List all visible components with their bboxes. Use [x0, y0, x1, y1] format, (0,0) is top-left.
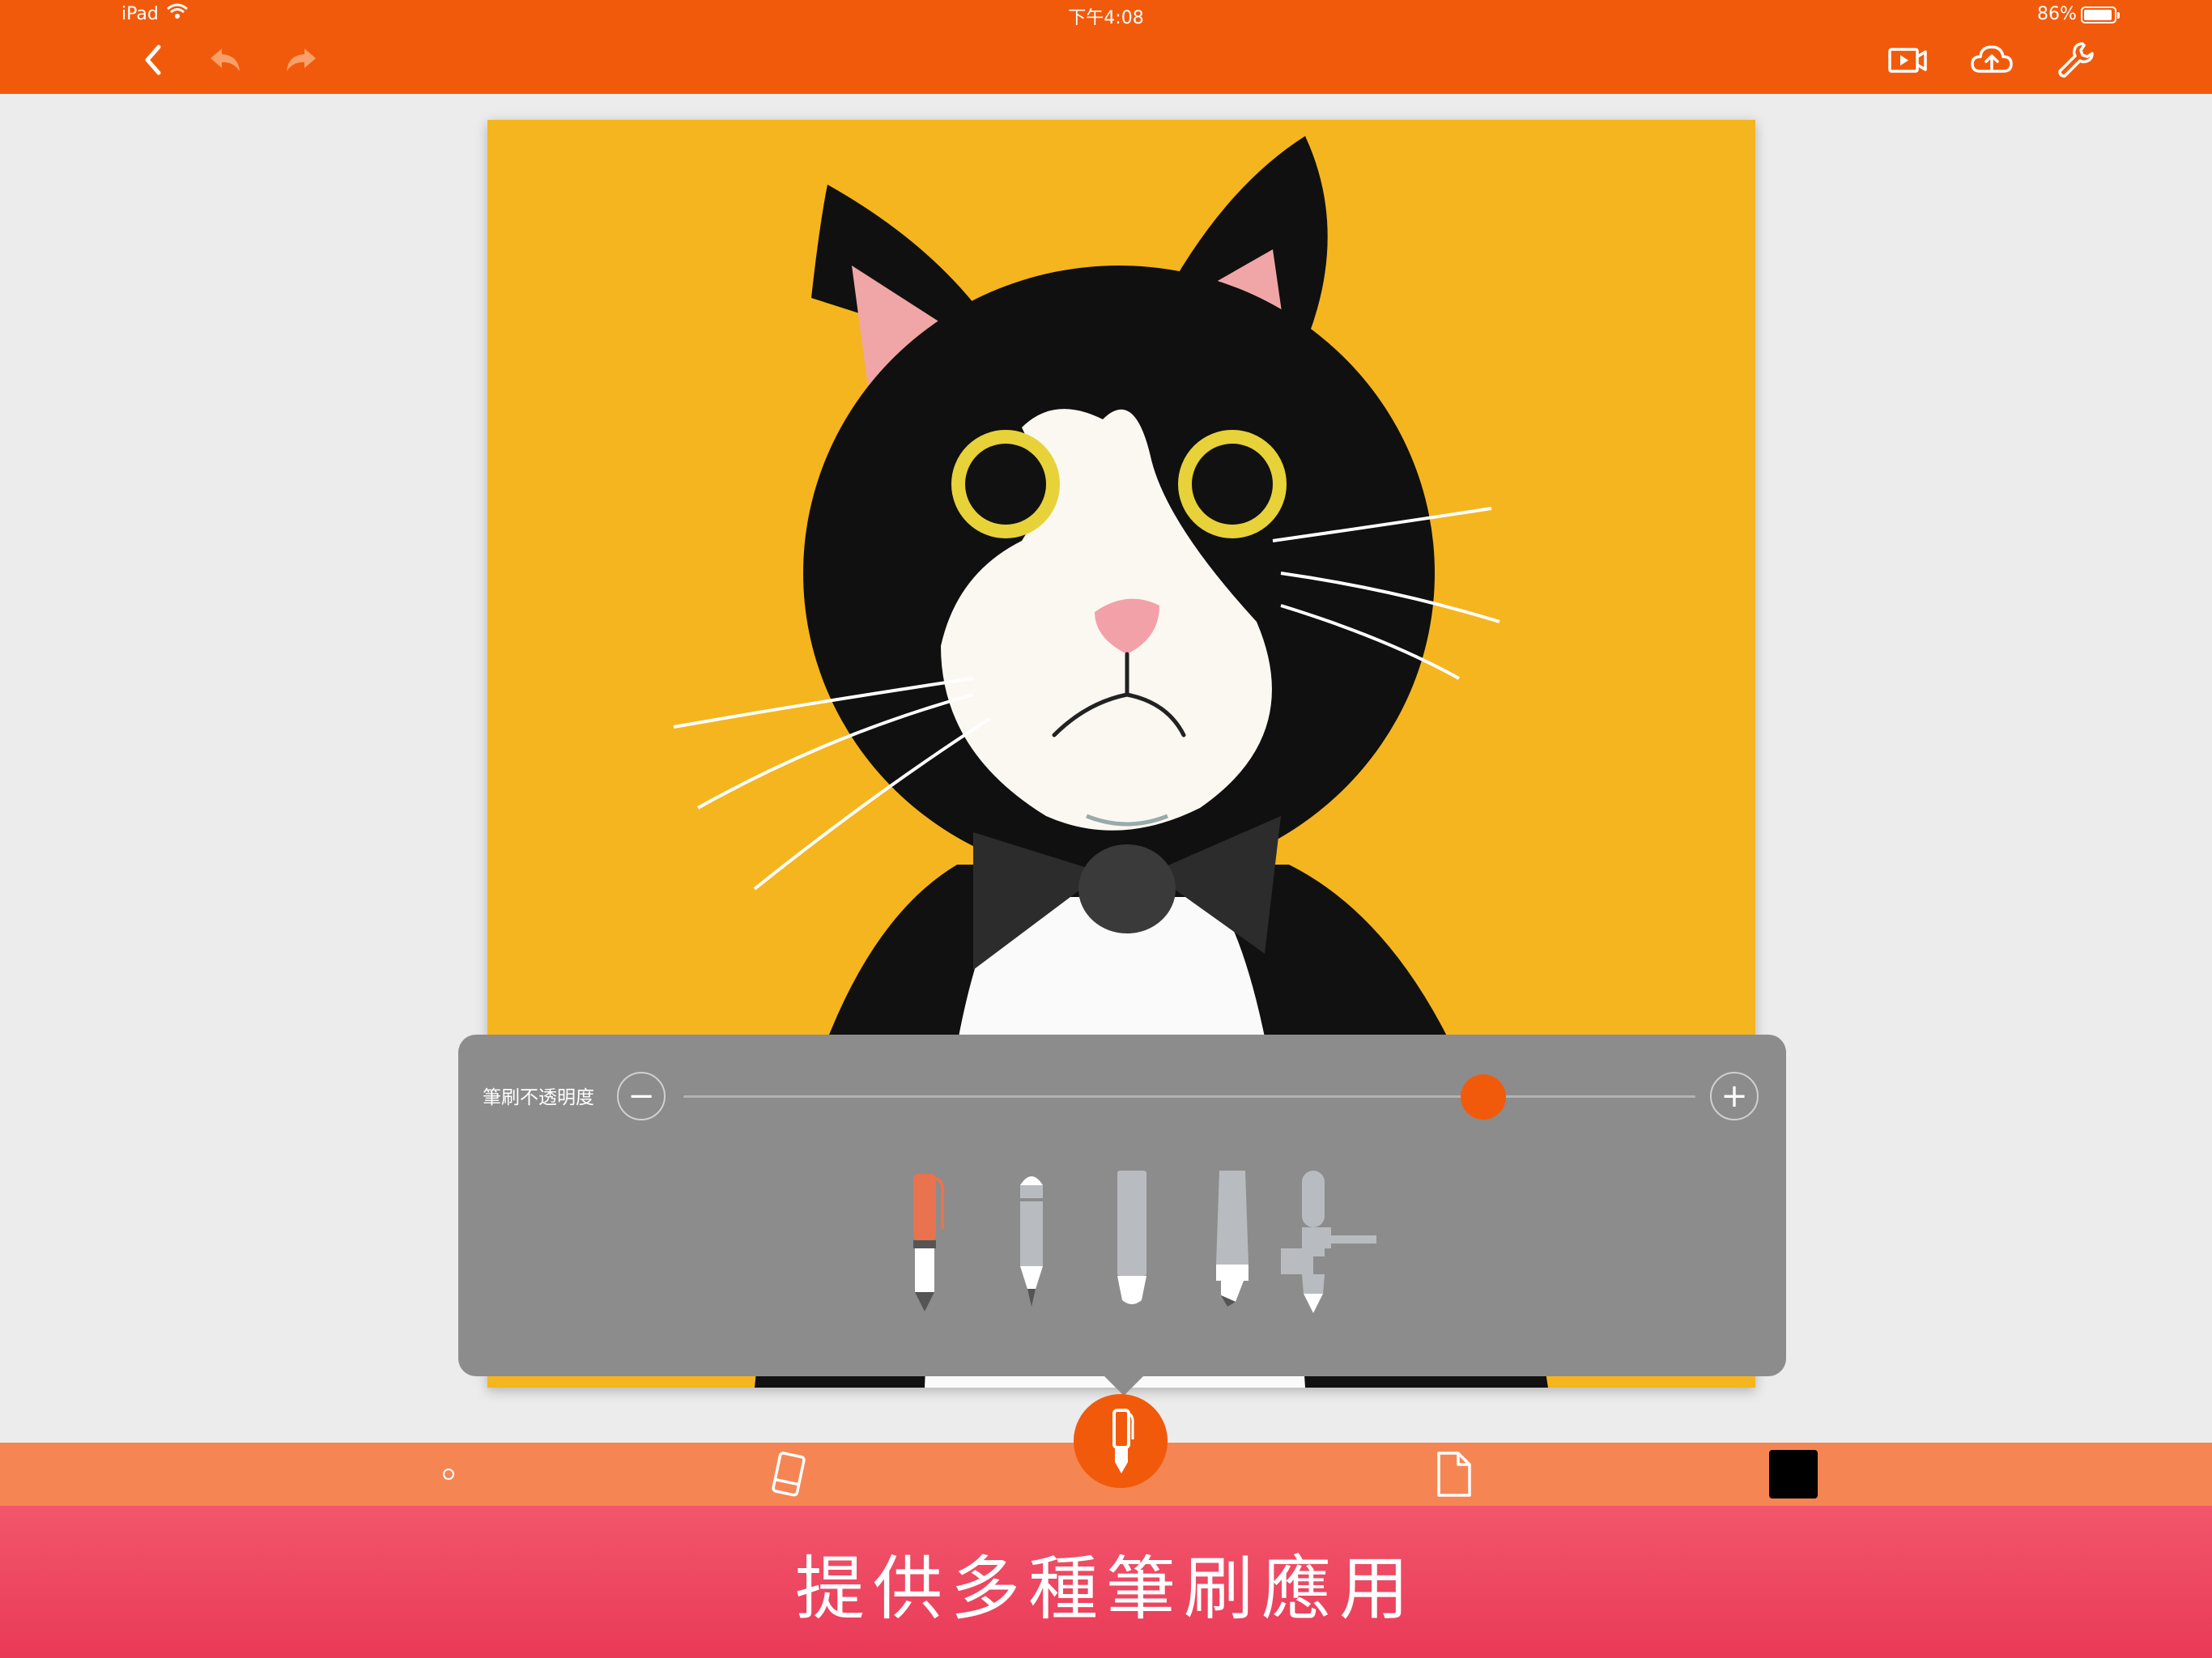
airbrush-icon — [1281, 1171, 1376, 1313]
opacity-slider-thumb[interactable] — [1460, 1074, 1506, 1120]
brush-size-button[interactable] — [424, 1443, 473, 1506]
redo-button[interactable] — [275, 34, 327, 86]
opacity-label: 筆刷不透明度 — [483, 1087, 594, 1108]
brush-option-airbrush[interactable] — [1278, 1164, 1381, 1326]
layers-button[interactable] — [1425, 1443, 1482, 1506]
battery-percent: 86% — [2037, 4, 2077, 24]
pen-tool-button[interactable] — [1074, 1394, 1168, 1488]
redo-icon — [287, 49, 316, 71]
undo-icon — [211, 49, 240, 71]
brush-option-highlighter[interactable] — [1203, 1164, 1261, 1326]
brush-list — [458, 1164, 1786, 1326]
wrench-icon — [2058, 42, 2094, 78]
opacity-decrease-button[interactable]: − — [617, 1072, 666, 1120]
eraser-button[interactable] — [761, 1443, 818, 1506]
banner-caption: 提供多種筆刷應用 — [795, 1548, 1417, 1630]
opacity-slider[interactable] — [683, 1074, 1695, 1120]
brush-option-pen[interactable] — [895, 1164, 954, 1326]
upload-button[interactable] — [1966, 34, 2018, 86]
top-toolbar: iPad 下午4:08 86% — [0, 0, 2212, 94]
opacity-increase-button[interactable]: + — [1710, 1072, 1759, 1120]
clock: 下午4:08 — [1068, 8, 1144, 28]
color-button[interactable] — [1765, 1443, 1822, 1506]
pen-icon — [913, 1174, 945, 1312]
brush-option-marker[interactable] — [1103, 1164, 1161, 1326]
settings-button[interactable] — [2050, 34, 2102, 86]
battery-icon — [2081, 6, 2120, 23]
highlighter-icon — [1216, 1171, 1249, 1307]
cloud-upload-icon — [1971, 45, 2013, 73]
undo-button[interactable] — [199, 34, 251, 86]
marker-icon — [1117, 1171, 1146, 1304]
color-swatch — [1769, 1450, 1818, 1499]
video-icon — [1888, 48, 1927, 73]
promo-banner: 提供多種筆刷應用 — [0, 1506, 2212, 1658]
eraser-icon — [772, 1452, 806, 1497]
brush-option-pencil[interactable] — [1002, 1164, 1061, 1326]
status-bar: iPad 下午4:08 86% — [0, 0, 2212, 31]
pen-icon — [1112, 1409, 1134, 1473]
back-button[interactable] — [128, 34, 180, 86]
app-screen: iPad 下午4:08 86% 筆刷不透明度 − + 提供多種筆刷應用 — [0, 0, 2212, 1658]
pencil-icon — [1020, 1176, 1043, 1307]
brush-popover: 筆刷不透明度 − + — [458, 1035, 1786, 1376]
layer-page-icon — [1437, 1452, 1471, 1497]
popover-pointer — [1103, 1375, 1145, 1396]
back-chevron-icon — [145, 45, 161, 75]
record-video-button[interactable] — [1882, 34, 1933, 86]
brush-size-dot-icon — [443, 1469, 454, 1480]
